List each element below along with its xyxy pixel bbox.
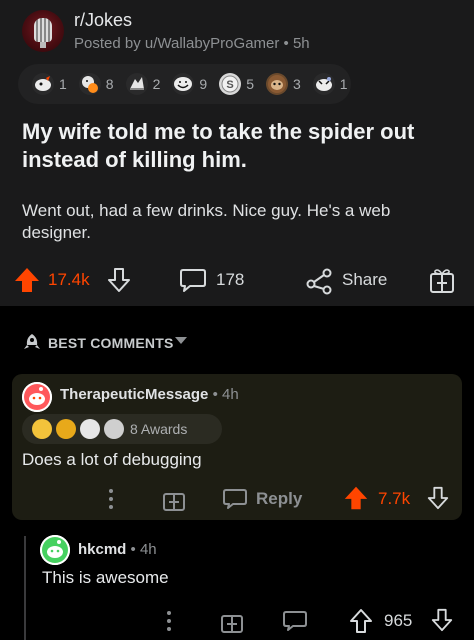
reply-button[interactable]: Reply	[222, 486, 302, 512]
microphone-icon	[34, 18, 52, 48]
post-card: r/Jokes Posted by u/WallabyProGamer • 5h…	[0, 0, 474, 306]
comment-text: Does a lot of debugging	[22, 450, 202, 469]
comment-sort-bar[interactable]: BEST COMMENTS	[0, 306, 474, 368]
comment-actions-bar: 965	[30, 606, 474, 636]
comment-score: 7.7k	[378, 489, 411, 508]
gift-icon	[430, 269, 454, 293]
comment-bubble-icon	[223, 489, 247, 509]
awards-count-label: 8 Awards	[130, 421, 188, 437]
laughing-face-award-icon	[172, 73, 195, 95]
post-body: Went out, had a few drinks. Nice guy. He…	[22, 201, 391, 242]
gold-award-icon	[56, 419, 76, 439]
thread-line[interactable]	[24, 536, 26, 640]
comment-reply: hkcmd • 4h This is awesome 965	[30, 530, 474, 640]
award-count: 8	[105, 76, 114, 92]
downvote-button[interactable]	[106, 258, 132, 302]
sort-label: BEST COMMENTS	[48, 335, 174, 351]
silver-award-icon: S	[219, 73, 242, 95]
svg-text:S: S	[227, 79, 234, 91]
posted-by-line[interactable]: Posted by u/WallabyProGamer • 5h	[74, 35, 310, 52]
upvote-arrow-icon	[344, 486, 368, 510]
award-post-button[interactable]	[428, 258, 456, 302]
more-options-icon[interactable]	[108, 488, 114, 510]
downvote-button[interactable]	[430, 607, 454, 633]
downvote-button[interactable]	[426, 485, 450, 511]
comment-text: This is awesome	[42, 568, 169, 587]
reply-label: Reply	[256, 489, 303, 508]
sloth-award-icon	[265, 73, 288, 95]
comment: TherapeuticMessage • 4h 8 Awards Does a …	[12, 374, 462, 520]
comments-button[interactable]: 178	[178, 258, 244, 302]
comment-bubble-icon	[283, 611, 307, 631]
chevron-down-icon	[175, 337, 187, 344]
avatar[interactable]	[22, 382, 52, 412]
award-count: 3	[292, 76, 301, 92]
more-options-icon[interactable]	[166, 610, 172, 632]
post-actions-bar: 17.4k 178 Share	[0, 258, 474, 302]
post-awards-bar[interactable]: 1 8 2 9 S 5 3 1	[18, 64, 351, 104]
subreddit-name[interactable]: r/Jokes	[74, 10, 132, 31]
avatar[interactable]	[40, 535, 70, 565]
rocket-like-award-icon	[80, 419, 100, 439]
comment-awards-bar[interactable]: 8 Awards	[22, 414, 222, 444]
gold-hat-award-icon	[32, 419, 52, 439]
award-item[interactable]: 9	[172, 73, 207, 95]
upvote-button[interactable]	[342, 484, 370, 512]
post-score: 17.4k	[48, 270, 90, 289]
comment-score: 965	[384, 611, 413, 630]
rocket-like-award-icon	[32, 73, 54, 95]
upvote-button[interactable]	[348, 607, 374, 635]
comment-count: 178	[216, 270, 245, 289]
share-icon	[306, 268, 332, 295]
award-count: 2	[152, 76, 161, 92]
award-item[interactable]: 3	[265, 73, 301, 95]
share-button[interactable]: Share	[304, 258, 387, 302]
bravo-award-icon	[104, 419, 124, 439]
downvote-arrow-icon	[431, 608, 453, 632]
award-count: 5	[246, 76, 254, 92]
upvote-button[interactable]	[12, 258, 42, 302]
comment-time: • 4h	[130, 541, 157, 558]
comment-username[interactable]: TherapeuticMessage	[60, 386, 208, 403]
hugz-award-icon	[78, 73, 101, 95]
award-count: 1	[59, 76, 67, 92]
subreddit-avatar[interactable]	[22, 10, 64, 52]
award-count: 9	[199, 76, 208, 92]
award-item[interactable]: S 5	[219, 73, 254, 95]
award-item[interactable]: 2	[125, 73, 161, 95]
downvote-arrow-icon	[108, 268, 130, 292]
award-item[interactable]: 1	[312, 73, 348, 95]
upvote-arrow-icon	[15, 268, 39, 292]
comment-author[interactable]: hkcmd • 4h	[78, 541, 157, 558]
comment-bubble-icon	[180, 269, 206, 292]
post-title[interactable]: My wife told me to take the spider out i…	[22, 118, 452, 174]
gift-icon[interactable]	[220, 608, 244, 634]
award-item[interactable]: 8	[78, 73, 114, 95]
bravo-award-icon	[125, 73, 148, 95]
comment-actions-bar: Reply 7.7k	[12, 484, 462, 514]
gift-icon[interactable]	[162, 486, 186, 512]
comment-time: • 4h	[212, 386, 239, 403]
award-item[interactable]: 1	[32, 73, 67, 95]
reply-button[interactable]	[282, 608, 308, 634]
upvote-arrow-icon	[350, 609, 372, 633]
rocket-sort-icon	[22, 332, 42, 352]
downvote-arrow-icon	[427, 486, 449, 510]
share-label: Share	[342, 270, 388, 289]
comment-username[interactable]: hkcmd	[78, 541, 126, 558]
tearing-up-award-icon	[312, 73, 335, 95]
comment-author[interactable]: TherapeuticMessage • 4h	[60, 386, 239, 403]
award-count: 1	[339, 76, 348, 92]
